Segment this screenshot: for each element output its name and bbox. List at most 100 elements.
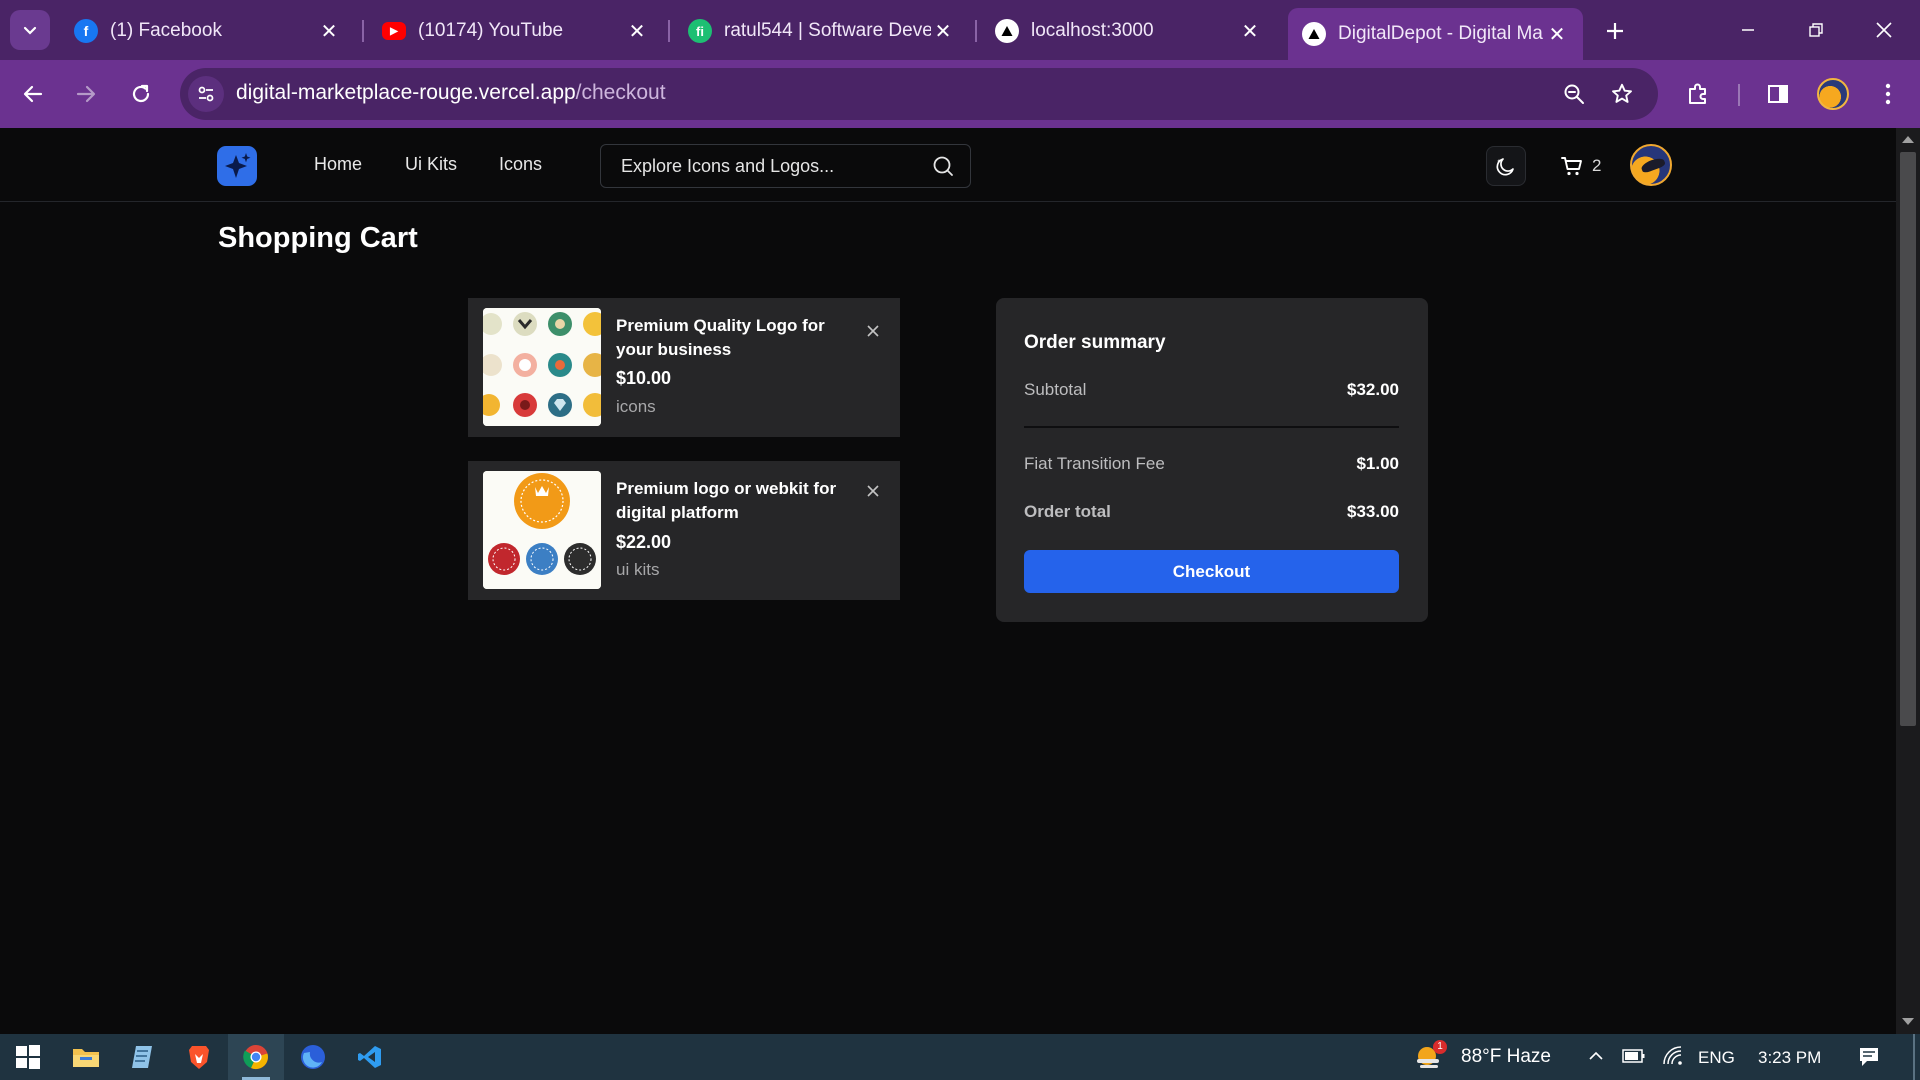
folder-icon (73, 1049, 99, 1067)
clock[interactable]: 3:23 PM (1758, 1048, 1821, 1068)
side-panel-button[interactable] (1758, 74, 1798, 114)
language-indicator[interactable]: ENG (1698, 1048, 1735, 1068)
site-logo[interactable] (217, 146, 257, 186)
battery-icon[interactable] (1622, 1048, 1646, 1064)
close-icon[interactable]: ✕ (931, 19, 955, 43)
product-thumbnail[interactable] (483, 471, 601, 589)
taskbar-brave[interactable] (171, 1034, 227, 1080)
taskbar-file-explorer[interactable] (58, 1034, 114, 1080)
product-name[interactable]: Premium Quality Logo for your business (616, 314, 866, 362)
profile-button[interactable] (1813, 74, 1853, 114)
windows-taskbar: 1 88°F Haze ENG 3:23 PM (0, 1034, 1920, 1080)
order-summary-title: Order summary (1024, 332, 1166, 353)
total-value: $33.00 (1347, 502, 1399, 521)
restore-icon (1809, 23, 1823, 37)
close-icon[interactable]: ✕ (1545, 22, 1569, 46)
more-vertical-icon (1885, 83, 1891, 105)
browser-menu-button[interactable] (1868, 74, 1908, 114)
weather-widget[interactable]: 1 (1413, 1040, 1447, 1072)
close-window-button[interactable] (1864, 10, 1904, 50)
minimize-button[interactable] (1728, 10, 1768, 50)
weather-text[interactable]: 88°F Haze (1461, 1046, 1551, 1068)
tab-fiverr[interactable]: fi ratul544 | Software Devel ✕ (674, 8, 969, 54)
tab-title: (10174) YouTube (418, 20, 564, 41)
user-avatar[interactable] (1630, 144, 1672, 186)
remove-item-button[interactable] (862, 480, 884, 502)
fee-label: Fiat Transition Fee (1024, 454, 1165, 473)
checkout-button[interactable]: Checkout (1024, 550, 1399, 593)
zoom-button[interactable] (1558, 78, 1590, 110)
tab-digitaldepot[interactable]: DigitalDepot - Digital Ma ✕ (1288, 8, 1583, 60)
toolbar-separator (1738, 84, 1740, 106)
product-category: ui kits (616, 560, 660, 579)
site-settings-button[interactable] (188, 76, 224, 112)
weather-alert-badge: 1 (1433, 1040, 1447, 1054)
tab-search-button[interactable] (10, 10, 50, 50)
new-tab-button[interactable] (1598, 14, 1632, 48)
address-bar[interactable]: digital-marketplace-rouge.vercel.app/che… (180, 68, 1658, 120)
profile-avatar (1817, 78, 1849, 110)
url-host: digital-marketplace-rouge.vercel.app (236, 81, 576, 104)
cart-item: Premium Quality Logo for your business $… (468, 298, 900, 437)
fee-value: $1.00 (1356, 454, 1399, 473)
page-title: Shopping Cart (218, 222, 418, 254)
scroll-down-arrow[interactable] (1902, 1018, 1914, 1025)
scroll-thumb[interactable] (1900, 152, 1916, 726)
chevron-down-icon (23, 26, 37, 35)
taskbar-notepad[interactable] (114, 1034, 170, 1080)
taskbar-vscode[interactable] (342, 1034, 398, 1080)
bookmark-button[interactable] (1606, 78, 1638, 110)
order-summary: Order summary Subtotal $32.00 Fiat Trans… (996, 298, 1428, 622)
close-icon[interactable]: ✕ (317, 19, 341, 43)
tab-title: ratul544 | Software Devel (724, 20, 931, 41)
tab-youtube[interactable]: ▶ (10174) YouTube ✕ (368, 8, 663, 54)
brave-icon (189, 1046, 209, 1069)
close-icon (1876, 22, 1892, 38)
url-text[interactable]: digital-marketplace-rouge.vercel.app/che… (236, 81, 666, 105)
chevron-up-icon[interactable] (1588, 1049, 1604, 1063)
remove-item-button[interactable] (862, 320, 884, 342)
page-viewport: Home Ui Kits Icons 2 Shopping Cart (0, 128, 1896, 1034)
cart-button[interactable]: 2 (1560, 150, 1601, 182)
back-button[interactable] (13, 74, 53, 114)
nav-ui-kits-link[interactable]: Ui Kits (405, 154, 457, 175)
theme-toggle-button[interactable] (1486, 146, 1526, 186)
notification-icon[interactable] (1858, 1046, 1880, 1068)
wifi-icon[interactable] (1662, 1046, 1684, 1066)
start-button[interactable] (0, 1034, 56, 1080)
browser-tab-strip: f (1) Facebook ✕ ▶ (10174) YouTube ✕ fi … (0, 0, 1920, 60)
page-scrollbar[interactable] (1896, 128, 1920, 1034)
extensions-button[interactable] (1678, 74, 1718, 114)
product-name[interactable]: Premium logo or webkit for digital platf… (616, 477, 866, 525)
arrow-left-icon (23, 85, 43, 103)
restore-button[interactable] (1796, 10, 1836, 50)
scroll-up-arrow[interactable] (1902, 136, 1914, 143)
search-input[interactable] (601, 145, 921, 187)
firefox-icon (301, 1045, 325, 1069)
subtotal-value: $32.00 (1347, 380, 1399, 399)
tab-title: localhost:3000 (1031, 20, 1154, 41)
zoom-icon (1564, 84, 1584, 104)
nav-icons-link[interactable]: Icons (499, 154, 542, 175)
forward-button[interactable] (66, 74, 106, 114)
close-icon[interactable]: ✕ (1238, 19, 1262, 43)
browser-toolbar: digital-marketplace-rouge.vercel.app/che… (0, 60, 1920, 128)
youtube-icon: ▶ (382, 22, 406, 40)
product-thumbnail[interactable] (483, 308, 601, 426)
nav-home-link[interactable]: Home (314, 154, 362, 175)
taskbar-firefox[interactable] (285, 1034, 341, 1080)
tab-facebook[interactable]: f (1) Facebook ✕ (60, 8, 355, 54)
close-icon[interactable]: ✕ (625, 19, 649, 43)
show-desktop-button[interactable] (1913, 1034, 1915, 1080)
badge-collection-image (483, 471, 601, 589)
vscode-icon (358, 1046, 381, 1068)
reload-button[interactable] (121, 74, 161, 114)
tab-localhost[interactable]: localhost:3000 ✕ (981, 8, 1276, 54)
shopping-cart-icon (1561, 157, 1582, 176)
taskbar-chrome[interactable] (228, 1034, 284, 1080)
site-search (600, 144, 971, 188)
total-row: Order total $33.00 (1024, 502, 1399, 522)
product-price: $22.00 (616, 532, 672, 552)
product-category: icons (616, 397, 656, 416)
search-icon[interactable] (932, 155, 954, 177)
